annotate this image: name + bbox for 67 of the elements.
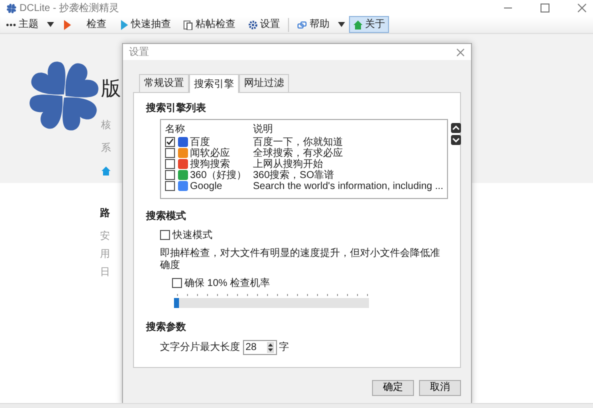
engine-name: 百度 <box>190 136 210 148</box>
paste-button[interactable]: 粘帖检查 <box>179 16 240 33</box>
unit-label: 字 <box>279 340 289 354</box>
home-icon <box>352 20 362 30</box>
tab[interactable]: 搜索引擎 <box>189 74 239 93</box>
caret-icon[interactable] <box>338 22 344 27</box>
theme-button[interactable]: 主题 <box>2 16 42 33</box>
gear-icon <box>248 20 258 30</box>
info-text: 核 <box>101 118 112 133</box>
dialog-title: 设置 <box>129 46 149 60</box>
link-icon <box>297 20 307 30</box>
help-button[interactable]: 帮助 <box>293 16 334 33</box>
app-logo-icon <box>6 2 17 14</box>
section-heading: 搜索引擎列表 <box>146 102 207 116</box>
info-text: 日 <box>100 266 110 280</box>
info-text: 用 <box>100 248 110 262</box>
tab[interactable]: 常规设置 <box>139 74 189 92</box>
checkbox[interactable] <box>165 159 175 169</box>
quick-button[interactable]: 快速抽查 <box>114 16 175 33</box>
description-text: 即抽样检查，对大文件有明显的速度提升，但对小文件会降低准确度 <box>160 248 441 272</box>
engine-name: 360（好搜） <box>190 168 247 182</box>
version-heading: 版 <box>101 78 121 100</box>
settings-button[interactable]: 设置 <box>244 16 284 33</box>
engine-name: 搜狗搜索 <box>190 157 230 170</box>
slider-thumb[interactable] <box>174 298 179 308</box>
engine-description: Search the world's information, including ... <box>253 180 444 194</box>
checkbox[interactable] <box>165 170 175 180</box>
close-icon[interactable] <box>577 3 587 13</box>
engine-name: Google <box>190 180 222 194</box>
info-text: 系 <box>101 142 112 156</box>
engine-name: 闻软必应 <box>190 146 230 158</box>
home-icon <box>101 166 111 176</box>
ok-button[interactable]: 确定 <box>372 380 414 396</box>
column-header: 说明 <box>253 122 273 136</box>
close-icon[interactable] <box>456 48 465 56</box>
checkbox[interactable] <box>165 137 175 147</box>
move-up-button[interactable] <box>450 122 461 132</box>
tab[interactable]: 网址过滤 <box>239 74 289 92</box>
engine-description: 百度一下，你就知道 <box>253 136 343 148</box>
maximize-icon[interactable] <box>540 3 550 13</box>
checkbox[interactable] <box>165 148 175 158</box>
checkbox[interactable] <box>172 278 182 288</box>
section-heading: 搜索参数 <box>146 320 187 334</box>
cancel-button[interactable]: 取消 <box>419 380 461 396</box>
section-heading: 路 <box>100 206 110 221</box>
engine-description: 上网从搜狗开始 <box>253 157 323 170</box>
about-button[interactable]: 关于 <box>348 16 389 33</box>
engine-description: 全球搜索，有求必应 <box>253 146 343 158</box>
field-label: 文字分片最大长度 <box>160 340 240 354</box>
clipboard-icon <box>183 20 193 30</box>
checkbox[interactable] <box>165 181 175 191</box>
play-icon <box>62 20 72 30</box>
slider-track[interactable] <box>174 298 369 308</box>
check-button[interactable]: 检查 <box>58 16 110 33</box>
checkbox-label: 快速模式 <box>172 228 212 242</box>
checkbox-label: 确保 10% 检查机率 <box>184 276 270 290</box>
window-title: DCLite - 抄袭检测精灵 <box>20 2 119 16</box>
spin-field[interactable]: 28 <box>242 340 276 354</box>
play-icon <box>118 20 128 30</box>
column-header: 名称 <box>165 122 186 136</box>
info-text: 安 <box>100 230 110 244</box>
spin-arrows-icon <box>266 342 274 352</box>
caret-icon[interactable] <box>46 22 54 27</box>
engine-description: 360搜索，SO靠谱 <box>253 168 334 182</box>
move-down-button[interactable] <box>450 135 461 145</box>
section-heading: 搜索模式 <box>146 210 187 224</box>
checkbox[interactable] <box>160 230 170 240</box>
